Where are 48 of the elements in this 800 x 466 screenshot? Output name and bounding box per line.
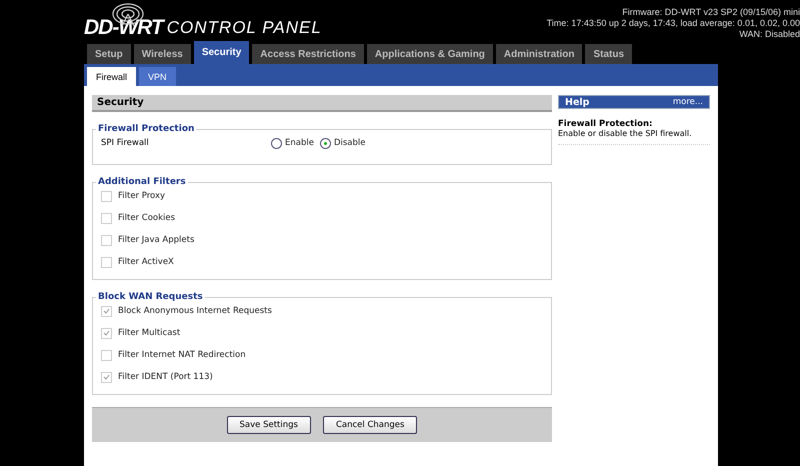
checkbox-label: Filter Cookies — [118, 213, 176, 223]
status-text: Firmware: DD-WRT v23 SP2 (09/15/06) mini — [622, 7, 800, 18]
fieldset-legend: Additional Filters — [96, 177, 188, 187]
checkbox[interactable] — [101, 212, 112, 224]
radio-label: Disable — [334, 138, 366, 148]
help-text: Enable or disable the SPI firewall. — [558, 129, 710, 145]
checkbox[interactable] — [101, 372, 112, 382]
nav-tab[interactable]: Status — [585, 44, 632, 64]
action-button[interactable]: Save Settings — [226, 416, 311, 434]
checkbox[interactable] — [101, 306, 112, 316]
check-icon — [103, 308, 110, 314]
help-title: Help — [565, 96, 590, 108]
fieldset-legend: Firewall Protection — [96, 124, 196, 134]
more-link[interactable]: more... — [672, 97, 703, 107]
section-title: Security — [92, 95, 552, 112]
checkbox[interactable] — [101, 190, 112, 202]
logo-text: DD-WRT — [84, 16, 163, 40]
nav-tab[interactable]: Wireless — [134, 44, 191, 64]
checkbox-label: Block Anonymous Internet Requests — [118, 306, 272, 316]
fieldset-legend: Block WAN Requests — [96, 292, 205, 302]
nav-tab[interactable]: Access Restrictions — [252, 44, 364, 64]
checkbox[interactable] — [101, 328, 112, 338]
checkbox[interactable] — [101, 256, 112, 268]
checkbox-label: Filter ActiveX — [118, 257, 174, 267]
sub-tab[interactable]: Firewall — [87, 67, 136, 86]
status-text: Time: 17:43:50 up 2 days, 17:43, load average: 0.01, 0.02, 0.00 — [546, 18, 800, 29]
checkbox[interactable] — [101, 234, 112, 246]
nav-tab[interactable]: Applications & Gaming — [366, 44, 493, 64]
radio-button[interactable] — [320, 138, 331, 148]
checkbox-label: Filter Multicast — [118, 328, 180, 338]
radio-label: Enable — [285, 138, 314, 148]
help-heading: Firewall Protection: — [558, 119, 654, 129]
checkbox-label: Filter Internet NAT Redirection — [118, 350, 246, 360]
logo-subtitle: CONTROL PANEL — [166, 18, 322, 39]
checkbox-label: Filter Proxy — [118, 191, 166, 201]
nav-tab[interactable]: Security — [194, 41, 250, 64]
status-text: WAN: Disabled — [739, 29, 800, 40]
radio-button[interactable] — [271, 138, 282, 148]
sub-tab[interactable]: VPN — [139, 67, 176, 86]
check-icon — [103, 330, 110, 336]
checkbox[interactable] — [101, 350, 112, 360]
checkbox-label: Filter IDENT (Port 113) — [118, 372, 213, 382]
action-button[interactable]: Cancel Changes — [322, 416, 418, 434]
nav-tab[interactable]: Setup — [87, 44, 131, 64]
field-label: SPI Firewall — [101, 138, 150, 148]
checkbox-label: Filter Java Applets — [118, 235, 194, 245]
nav-tab[interactable]: Administration — [496, 44, 582, 64]
check-icon — [103, 374, 110, 380]
